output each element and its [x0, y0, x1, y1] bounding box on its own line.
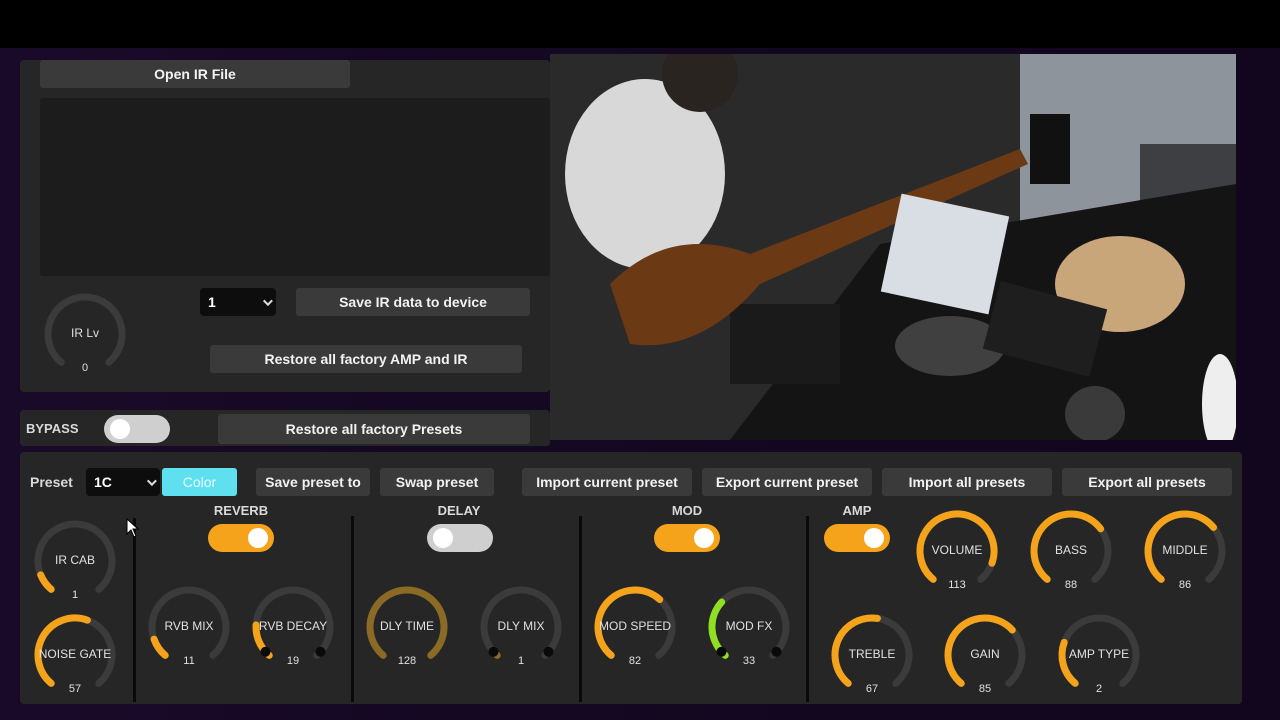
mod-fx-value: 33 [742, 655, 756, 667]
rvb-mix-knob[interactable]: RVB MIX 11 [141, 579, 237, 675]
treble-label: TREBLE [848, 647, 896, 661]
bypass-label: BYPASS [26, 421, 79, 436]
amp-type-knob[interactable]: AMP TYPE 2 [1051, 607, 1147, 703]
ir-cab-knob[interactable]: IR CAB 1 [27, 513, 123, 609]
preset-label: Preset [30, 474, 73, 490]
import-all-presets-button[interactable]: Import all presets [882, 468, 1052, 496]
rvb-decay-value: 19 [286, 655, 300, 667]
section-divider [579, 516, 582, 702]
toggle-thumb [248, 528, 268, 548]
save-ir-button[interactable]: Save IR data to device [296, 288, 530, 316]
ir-lv-label: IR Lv [70, 326, 99, 340]
dly-time-knob[interactable]: DLY TIME 128 [359, 579, 455, 675]
mod-speed-value: 82 [628, 655, 642, 667]
rvb-decay-knob[interactable]: RVB DECAY 19 [245, 579, 341, 675]
dly-mix-value: 1 [517, 655, 525, 667]
chevron-down-icon [262, 295, 273, 306]
mod-speed-label: MOD SPEED [598, 619, 671, 633]
delay-toggle[interactable] [427, 524, 493, 552]
treble-value: 67 [865, 683, 879, 695]
amp-type-value: 2 [1095, 683, 1103, 695]
ir-cab-label: IR CAB [54, 553, 95, 567]
video-scene [550, 54, 1236, 440]
ir-lv-value: 0 [81, 362, 89, 374]
color-button[interactable]: Color [162, 468, 237, 496]
section-divider [806, 516, 809, 702]
amp-type-label: AMP TYPE [1068, 647, 1130, 661]
webcam-video [550, 54, 1236, 440]
noise-gate-knob[interactable]: NOISE GATE 57 [27, 607, 123, 703]
dly-mix-knob[interactable]: DLY MIX 1 [473, 579, 569, 675]
treble-knob[interactable]: TREBLE 67 [824, 607, 920, 703]
noise-gate-value: 57 [68, 683, 82, 695]
middle-knob[interactable]: MIDDLE 86 [1137, 503, 1233, 599]
rvb-mix-value: 11 [183, 655, 195, 667]
dly-mix-label: DLY MIX [497, 619, 545, 633]
delay-title: DELAY [437, 503, 481, 518]
bypass-toggle[interactable] [104, 415, 170, 443]
ir-slot-select[interactable]: 1 [200, 288, 276, 316]
import-current-preset-button[interactable]: Import current preset [522, 468, 692, 496]
volume-label: VOLUME [931, 543, 983, 557]
export-all-presets-button[interactable]: Export all presets [1062, 468, 1232, 496]
noise-gate-label: NOISE GATE [38, 647, 112, 661]
bass-knob[interactable]: BASS 88 [1023, 503, 1119, 599]
middle-value: 86 [1178, 579, 1192, 591]
middle-label: MIDDLE [1162, 543, 1208, 557]
reverb-toggle[interactable] [208, 524, 274, 552]
restore-presets-button[interactable]: Restore all factory Presets [218, 414, 530, 444]
knob-fill [150, 635, 169, 659]
ir-slot-value: 1 [208, 294, 216, 310]
volume-value: 113 [948, 579, 966, 591]
toggle-thumb [433, 528, 453, 548]
bass-label: BASS [1054, 543, 1087, 557]
section-divider [133, 518, 136, 702]
preset-value: 1C [94, 474, 112, 490]
volume-knob[interactable]: VOLUME 113 [909, 503, 1005, 599]
section-divider [351, 516, 354, 702]
preset-select[interactable]: 1C [86, 468, 160, 496]
chevron-down-icon [146, 475, 157, 486]
ir-lv-knob[interactable]: IR Lv 0 [37, 286, 133, 382]
mouse-cursor-icon [126, 518, 140, 538]
gain-knob[interactable]: GAIN 85 [937, 607, 1033, 703]
dly-time-value: 128 [397, 655, 417, 667]
reverb-title: REVERB [213, 503, 269, 518]
ir-file-list[interactable] [40, 98, 550, 276]
knob-fill [37, 571, 55, 593]
toggle-thumb [694, 528, 714, 548]
toggle-thumb [110, 419, 130, 439]
rvb-decay-label: RVB DECAY [258, 619, 328, 633]
mod-speed-knob[interactable]: MOD SPEED 82 [587, 579, 683, 675]
mod-toggle[interactable] [654, 524, 720, 552]
toggle-thumb [864, 528, 884, 548]
dly-time-label: DLY TIME [379, 619, 435, 633]
gain-value: 85 [978, 683, 992, 695]
rvb-mix-label: RVB MIX [164, 619, 214, 633]
ir-cab-value: 1 [71, 589, 79, 601]
open-ir-file-button[interactable]: Open IR File [40, 60, 350, 88]
mod-title: MOD [671, 503, 703, 518]
mod-fx-label: MOD FX [725, 619, 773, 633]
restore-amp-ir-button[interactable]: Restore all factory AMP and IR [210, 345, 522, 373]
amp-title: AMP [842, 503, 872, 518]
mod-fx-knob[interactable]: MOD FX 33 [701, 579, 797, 675]
bass-value: 88 [1064, 579, 1078, 591]
gain-label: GAIN [970, 647, 1000, 661]
export-current-preset-button[interactable]: Export current preset [702, 468, 872, 496]
amp-toggle[interactable] [824, 524, 890, 552]
save-preset-button[interactable]: Save preset to [256, 468, 370, 496]
swap-preset-button[interactable]: Swap preset [380, 468, 494, 496]
